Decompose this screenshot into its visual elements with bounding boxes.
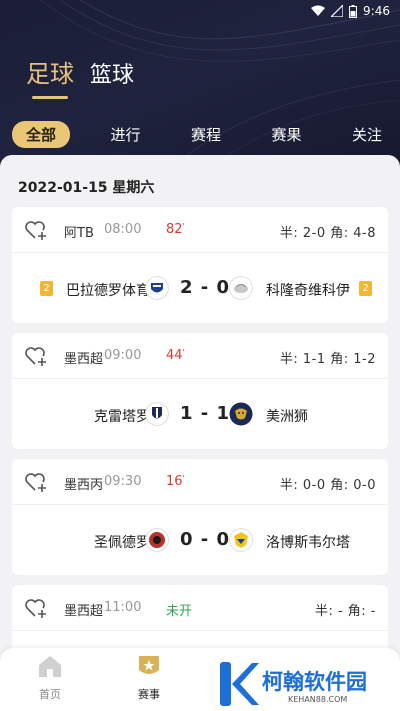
- favorite-heart-icon[interactable]: [24, 471, 48, 493]
- status-bar: 9:46: [0, 0, 400, 24]
- filter-tab-following[interactable]: 关注: [342, 122, 392, 147]
- away-team-logo: [229, 276, 253, 300]
- away-team-name: 美洲狮: [266, 409, 308, 425]
- away-team-name: 洛博斯韦尔塔: [266, 535, 350, 551]
- match-card[interactable]: 阿TB 08:00 82' 半: 2-0 角: 4-8 2 巴拉德罗体育 2 -…: [12, 207, 388, 323]
- away-team-logo: [229, 402, 253, 426]
- filter-tab-schedule[interactable]: 赛程: [181, 122, 231, 147]
- match-card-body: 克雷塔罗 1 - 1 美洲狮: [12, 379, 388, 449]
- home-rank-badge: 2: [40, 281, 53, 296]
- favorite-heart-icon[interactable]: [24, 219, 48, 241]
- battery-icon: [349, 4, 358, 18]
- match-card-header: 墨西超 09:00 44' 半: 1-1 角: 1-2: [12, 333, 388, 379]
- nav-matches-label: 赛事: [138, 688, 160, 701]
- date-heading: 2022-01-15 星期六: [18, 180, 155, 196]
- match-time: 09:00: [104, 348, 142, 363]
- sport-tabs: 足球 篮球: [26, 54, 134, 99]
- nav-home[interactable]: 首页: [20, 654, 80, 702]
- match-minute: 16': [166, 474, 185, 489]
- match-score: 1 - 1: [179, 403, 231, 424]
- half-corner-stats: 半: 0-0 角: 0-0: [279, 478, 376, 493]
- match-minute: 44': [166, 348, 185, 363]
- match-card-header: 墨西丙 09:30 16' 半: 0-0 角: 0-0: [12, 459, 388, 505]
- watermark: 柯翰软件园 KEHAN88.COM: [218, 660, 393, 708]
- app-header: 9:46 足球 篮球 全部 进行 赛程 赛果 关注: [0, 0, 400, 175]
- league-name: 阿TB: [64, 226, 94, 241]
- status-time: 9:46: [363, 4, 390, 18]
- half-corner-stats: 半: 2-0 角: 4-8: [279, 226, 376, 241]
- favorite-heart-icon[interactable]: [24, 597, 48, 619]
- half-corner-stats: 半: - 角: -: [314, 604, 376, 619]
- favorite-heart-icon[interactable]: [24, 345, 48, 367]
- home-team-logo: [145, 402, 169, 426]
- match-card[interactable]: 墨西超 09:00 44' 半: 1-1 角: 1-2 克雷塔罗 1 - 1 美…: [12, 333, 388, 449]
- match-list: 2022-01-15 星期六 阿TB 08:00 82' 半: 2-0 角: 4…: [0, 155, 400, 711]
- match-time: 08:00: [104, 222, 142, 237]
- filter-tab-results[interactable]: 赛果: [261, 122, 311, 147]
- star-shield-icon: [139, 656, 159, 674]
- match-minute: 82': [166, 222, 185, 237]
- signal-icon: [331, 5, 344, 17]
- match-card-header: 阿TB 08:00 82' 半: 2-0 角: 4-8: [12, 207, 388, 253]
- match-card-body: 2 巴拉德罗体育 2 - 0 科隆奇维科伊 2: [12, 253, 388, 323]
- match-card-header: 墨西超 11:00 未开 半: - 角: -: [12, 585, 388, 631]
- half-corner-stats: 半: 1-1 角: 1-2: [279, 352, 376, 367]
- league-name: 墨西丙: [64, 478, 104, 493]
- match-score: 2 - 0: [179, 277, 231, 298]
- match-card[interactable]: 墨西丙 09:30 16' 半: 0-0 角: 0-0 圣佩德罗 0 - 0 洛…: [12, 459, 388, 575]
- tab-football[interactable]: 足球: [26, 54, 74, 99]
- wifi-icon: [311, 5, 326, 16]
- league-name: 墨西超: [64, 352, 104, 367]
- away-team-logo: [229, 528, 253, 552]
- filter-tab-live[interactable]: 进行: [100, 122, 150, 147]
- match-score: 0 - 0: [179, 529, 231, 550]
- watermark-url: KEHAN88.COM: [288, 695, 348, 704]
- home-team-logo: [145, 528, 169, 552]
- league-name: 墨西超: [64, 604, 104, 619]
- home-icon: [39, 656, 61, 677]
- match-card-body: 圣佩德罗 0 - 0 洛博斯韦尔塔: [12, 505, 388, 575]
- watermark-logo-icon: [220, 662, 259, 706]
- home-team-name: 圣佩德罗: [94, 535, 150, 551]
- filter-tabs: 全部 进行 赛程 赛果 关注: [12, 121, 392, 148]
- nav-matches[interactable]: 赛事: [119, 654, 179, 702]
- match-status: 未开: [166, 604, 193, 619]
- match-time: 09:30: [104, 474, 142, 489]
- away-rank-badge: 2: [359, 281, 372, 296]
- home-team-logo: [145, 276, 169, 300]
- filter-tab-all[interactable]: 全部: [12, 121, 71, 148]
- watermark-text: 柯翰软件园: [262, 670, 367, 694]
- home-team-name: 巴拉德罗体育: [66, 283, 150, 299]
- tab-basketball[interactable]: 篮球: [90, 57, 134, 89]
- home-team-name: 克雷塔罗: [94, 409, 150, 425]
- nav-home-label: 首页: [39, 688, 61, 701]
- match-time: 11:00: [104, 600, 142, 615]
- away-team-name: 科隆奇维科伊: [266, 283, 350, 299]
